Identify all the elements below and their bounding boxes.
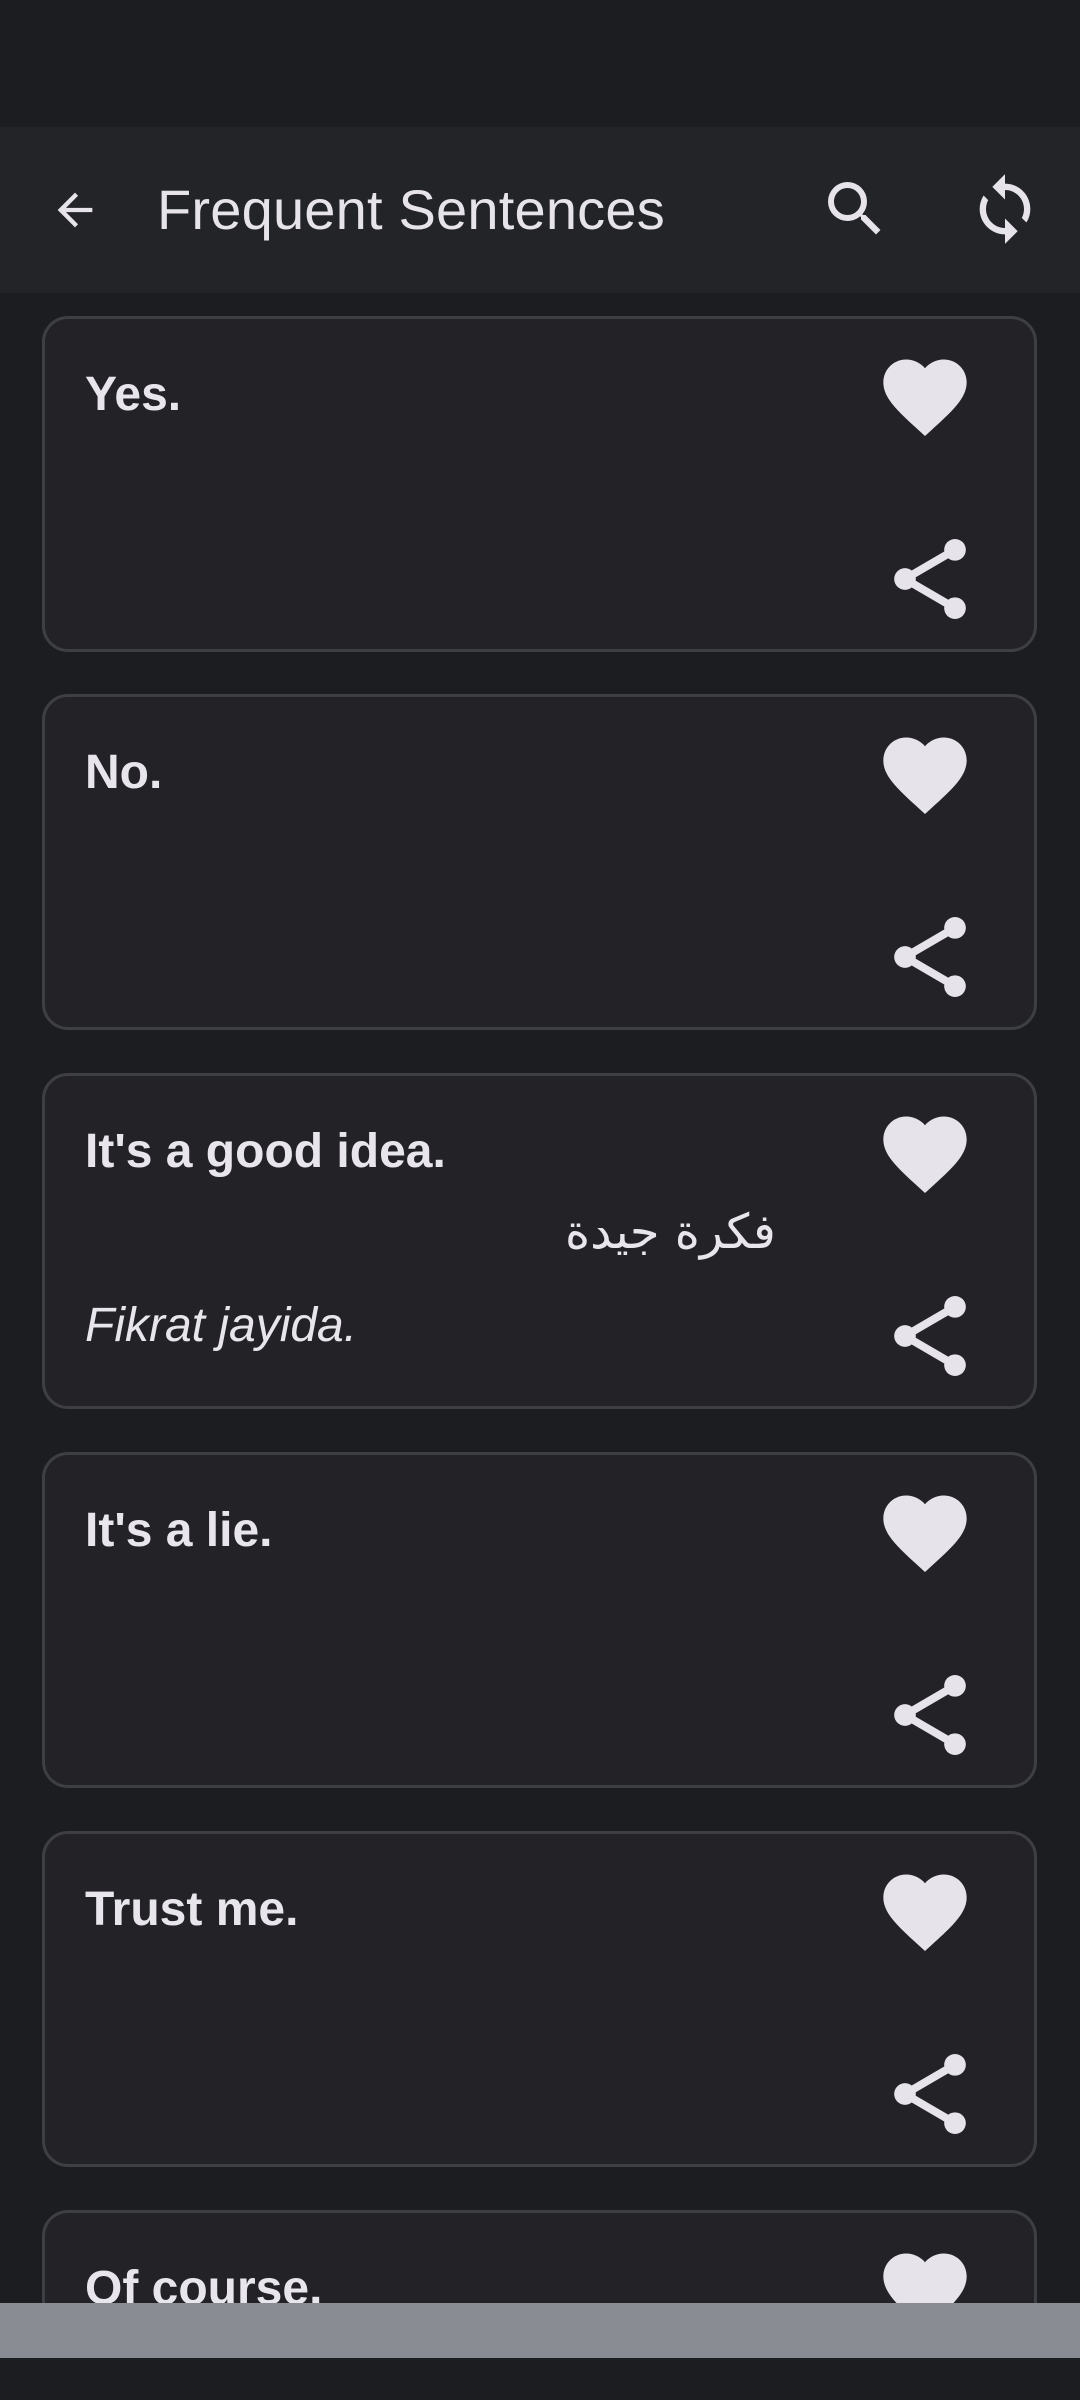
sentence-card[interactable]: Of course.: [42, 2210, 1037, 2303]
share-button[interactable]: [880, 907, 980, 1007]
page-title: Frequent Sentences: [157, 178, 665, 241]
favorite-button[interactable]: [875, 725, 975, 825]
sentence-card[interactable]: Trust me.: [42, 1831, 1037, 2167]
share-button[interactable]: [880, 1286, 980, 1386]
share-button[interactable]: [880, 1665, 980, 1765]
sentence-list[interactable]: Yes. No. It's a good idea. فكرة جيدة Fik…: [0, 293, 1080, 2303]
share-icon: [894, 2054, 966, 2134]
share-icon: [894, 1296, 966, 1376]
favorite-button[interactable]: [875, 1483, 975, 1583]
sentence-card[interactable]: Yes.: [42, 316, 1037, 652]
share-icon: [894, 539, 966, 619]
heart-icon: [883, 1874, 967, 1951]
status-bar: [0, 0, 1080, 127]
refresh-button[interactable]: [965, 169, 1045, 249]
phrase-text: No.: [85, 746, 163, 799]
heart-icon: [883, 737, 967, 814]
share-icon: [894, 1675, 966, 1755]
heart-icon: [883, 1116, 967, 1193]
arabic-text: فكرة جيدة: [565, 1204, 776, 1260]
favorite-button[interactable]: [875, 2241, 975, 2303]
heart-icon: [883, 359, 967, 436]
heart-icon: [883, 1495, 967, 1572]
heart-icon: [883, 2253, 967, 2303]
sentence-card[interactable]: It's a lie.: [42, 1452, 1037, 1788]
arrow-back-icon: [57, 192, 93, 228]
favorite-button[interactable]: [875, 1862, 975, 1962]
favorite-button[interactable]: [875, 347, 975, 447]
search-icon: [828, 182, 881, 235]
transliteration-text: Fikrat jayida.: [85, 1299, 358, 1352]
phrase-text: It's a good idea.: [85, 1125, 446, 1178]
favorite-button[interactable]: [875, 1104, 975, 1204]
bottom-bar: [0, 2303, 1080, 2358]
sentence-card[interactable]: It's a good idea. فكرة جيدة Fikrat jayid…: [42, 1073, 1037, 1409]
search-button[interactable]: [815, 169, 895, 249]
share-icon: [894, 917, 966, 997]
phrase-text: Trust me.: [85, 1883, 299, 1936]
back-button[interactable]: [40, 175, 110, 245]
share-button[interactable]: [880, 529, 980, 629]
phrase-text: It's a lie.: [85, 1504, 273, 1557]
navigation-bar: [0, 2358, 1080, 2400]
app-bar: Frequent Sentences: [0, 127, 1080, 293]
sentence-card[interactable]: No.: [42, 694, 1037, 1030]
phrase-text: Yes.: [85, 368, 182, 421]
sync-icon: [979, 174, 1031, 244]
phrase-text: Of course.: [85, 2262, 323, 2303]
share-button[interactable]: [880, 2044, 980, 2144]
